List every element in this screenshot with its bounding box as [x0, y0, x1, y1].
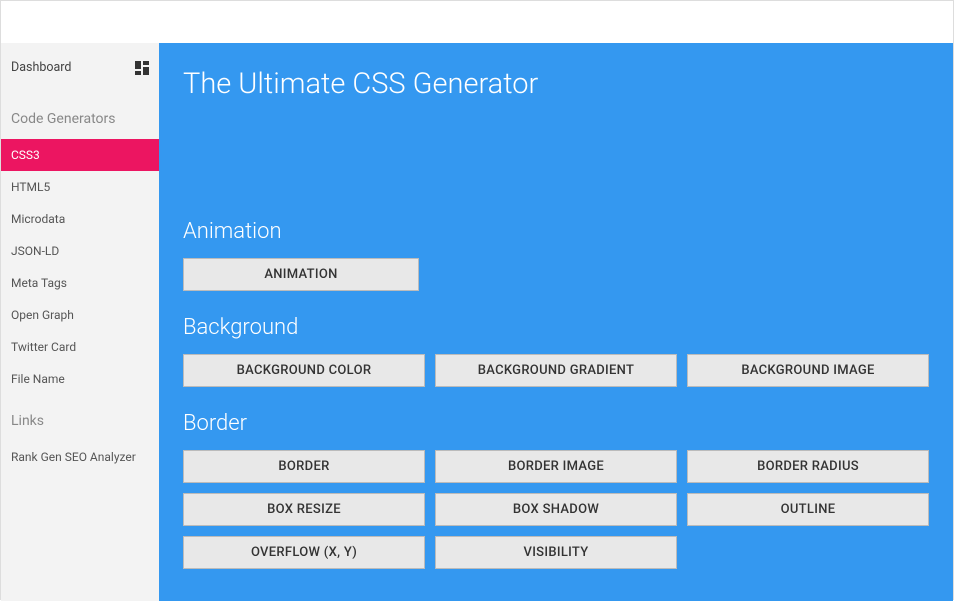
sidebar-item-microdata[interactable]: Microdata [1, 203, 159, 235]
section-title-background: Background [183, 315, 929, 340]
section-border: Border BORDER BORDER IMAGE BORDER RADIUS… [183, 411, 929, 569]
sidebar: Dashboard Code Generators CSS3 HTML5 Mic… [1, 43, 159, 601]
sidebar-header-links: Links [1, 395, 159, 441]
button-grid-border: BORDER BORDER IMAGE BORDER RADIUS BOX RE… [183, 450, 929, 569]
sidebar-item-file-name[interactable]: File Name [1, 363, 159, 395]
section-title-animation: Animation [183, 219, 929, 244]
background-color-button[interactable]: BACKGROUND COLOR [183, 354, 425, 387]
box-resize-button[interactable]: BOX RESIZE [183, 493, 425, 526]
animation-button[interactable]: ANIMATION [183, 258, 419, 291]
section-background: Background BACKGROUND COLOR BACKGROUND G… [183, 315, 929, 387]
background-image-button[interactable]: BACKGROUND IMAGE [687, 354, 929, 387]
sidebar-item-html5[interactable]: HTML5 [1, 171, 159, 203]
overflow-button[interactable]: OVERFLOW (X, Y) [183, 536, 425, 569]
button-row-animation: ANIMATION [183, 258, 929, 291]
page-title: The Ultimate CSS Generator [183, 67, 929, 101]
border-button[interactable]: BORDER [183, 450, 425, 483]
sidebar-item-open-graph[interactable]: Open Graph [1, 299, 159, 331]
border-image-button[interactable]: BORDER IMAGE [435, 450, 677, 483]
border-radius-button[interactable]: BORDER RADIUS [687, 450, 929, 483]
sidebar-item-css3[interactable]: CSS3 [1, 139, 159, 171]
section-title-border: Border [183, 411, 929, 436]
dashboard-label: Dashboard [11, 60, 71, 75]
outline-button[interactable]: OUTLINE [687, 493, 929, 526]
sidebar-item-json-ld[interactable]: JSON-LD [1, 235, 159, 267]
section-animation: Animation ANIMATION [183, 219, 929, 291]
sidebar-item-dashboard[interactable]: Dashboard [1, 43, 159, 93]
dashboard-icon [135, 61, 149, 75]
box-shadow-button[interactable]: BOX SHADOW [435, 493, 677, 526]
button-grid-background: BACKGROUND COLOR BACKGROUND GRADIENT BAC… [183, 354, 929, 387]
sidebar-item-twitter-card[interactable]: Twitter Card [1, 331, 159, 363]
sidebar-link-rank-gen[interactable]: Rank Gen SEO Analyzer [1, 441, 159, 473]
sidebar-header-code-generators: Code Generators [1, 93, 159, 139]
layout: Dashboard Code Generators CSS3 HTML5 Mic… [1, 43, 953, 601]
visibility-button[interactable]: VISIBILITY [435, 536, 677, 569]
top-bar [1, 1, 953, 43]
main-content: The Ultimate CSS Generator Animation ANI… [159, 43, 953, 601]
sidebar-item-meta-tags[interactable]: Meta Tags [1, 267, 159, 299]
background-gradient-button[interactable]: BACKGROUND GRADIENT [435, 354, 677, 387]
